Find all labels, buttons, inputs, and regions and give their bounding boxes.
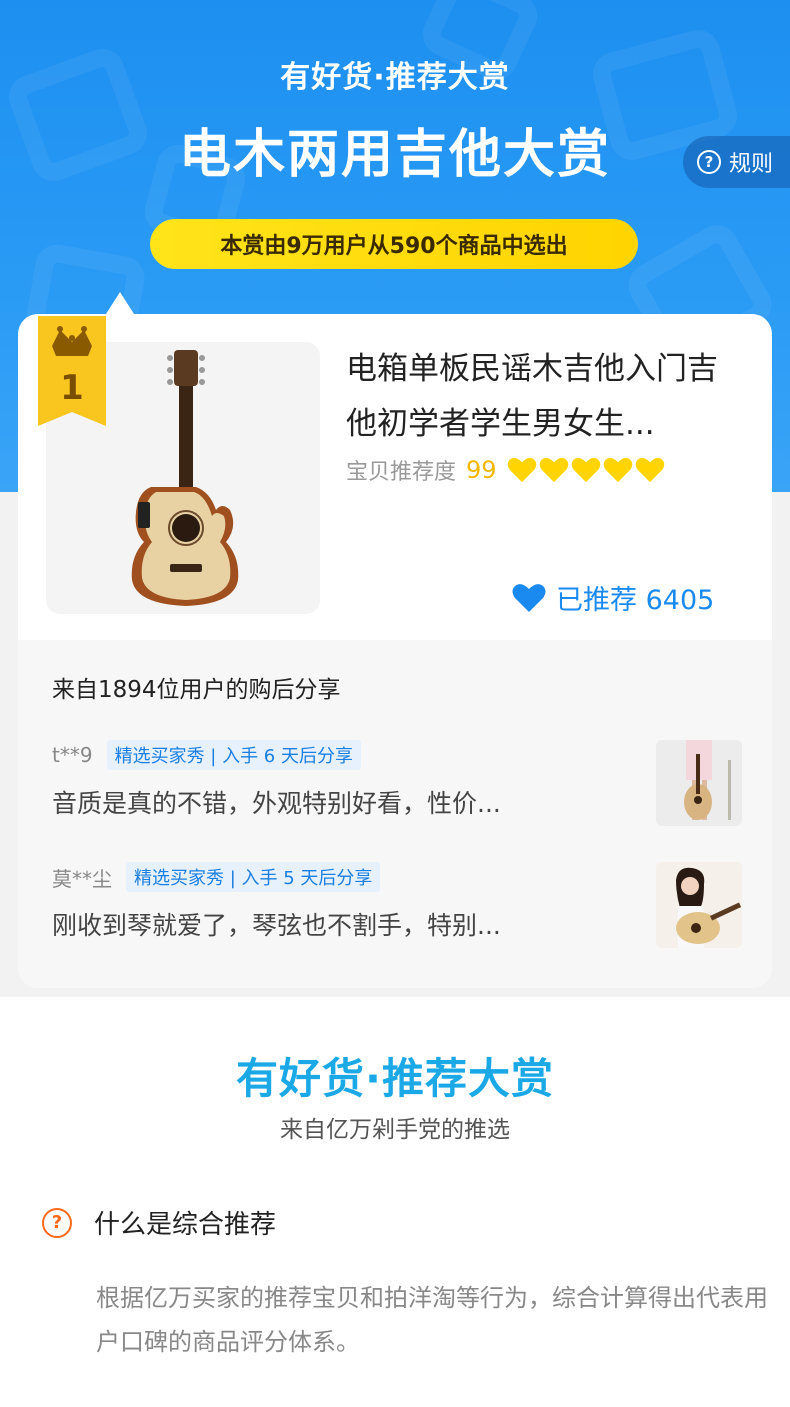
faq-heading: ? 什么是综合推荐	[42, 1204, 276, 1241]
review-photo-image	[656, 740, 742, 826]
recommend-button[interactable]: 已推荐 6405	[512, 578, 714, 617]
rank-badge: 1	[38, 316, 106, 426]
selection-note: 本赏由9万用户从590个商品中选出	[150, 219, 638, 269]
question-icon: ?	[42, 1207, 72, 1238]
rating-heart-icon	[507, 457, 536, 483]
product-card[interactable]: 电箱单板民谣木吉他入门吉他初学者学生男女生... 宝贝推荐度 99 已推荐 64…	[18, 314, 772, 988]
rules-button[interactable]: ? 规则	[683, 136, 790, 188]
reviews-heading: 来自1894位用户的购后分享	[52, 677, 341, 703]
reviews-section: 来自1894位用户的购后分享 t**9 精选买家秀 | 入手 6 天后分享 音质…	[18, 640, 772, 988]
rating-heart-icon	[603, 457, 632, 483]
rating-heart-icon	[571, 457, 600, 483]
review-photo[interactable]	[656, 862, 742, 948]
review-item[interactable]: t**9 精选买家秀 | 入手 6 天后分享 音质是真的不错，外观特别好看，性价…	[52, 740, 742, 826]
review-user: t**9	[52, 743, 93, 767]
rating-row: 宝贝推荐度 99	[346, 454, 665, 486]
recommended-count: 已推荐 6405	[556, 585, 715, 616]
question-icon: ?	[697, 150, 721, 174]
review-text: 音质是真的不错，外观特别好看，性价...	[52, 789, 501, 818]
review-photo[interactable]	[656, 740, 742, 826]
product-title[interactable]: 电箱单板民谣木吉他入门吉他初学者学生男女生...	[346, 342, 736, 452]
card-notch	[106, 292, 134, 314]
heart-icon	[512, 583, 546, 612]
faq-title: 什么是综合推荐	[94, 1210, 277, 1240]
rating-heart-icon	[539, 457, 568, 483]
review-user: 莫**尘	[52, 866, 112, 891]
rules-label: 规则	[729, 152, 774, 177]
faq-body: 根据亿万买家的推荐宝贝和拍洋淘等行为，综合计算得出代表用户口碑的商品评分体系。	[96, 1284, 768, 1356]
rating-score: 99	[466, 456, 497, 484]
review-item[interactable]: 莫**尘 精选买家秀 | 入手 5 天后分享 刚收到琴就爱了，琴弦也不割手，特别…	[52, 862, 742, 948]
review-text: 刚收到琴就爱了，琴弦也不割手，特别...	[52, 911, 501, 940]
rating-hearts	[507, 457, 665, 483]
brand-title: 有好货·推荐大赏	[280, 60, 510, 95]
rank-number: 1	[60, 368, 84, 408]
footer-subtitle: 来自亿万剁手党的推选	[280, 1117, 510, 1143]
review-photo-image	[656, 862, 742, 948]
rating-heart-icon	[635, 457, 664, 483]
review-tag: 精选买家秀 | 入手 6 天后分享	[106, 740, 361, 770]
page-title: 电木两用吉他大赏	[178, 125, 611, 185]
review-tag: 精选买家秀 | 入手 5 天后分享	[126, 862, 381, 892]
rating-label: 宝贝推荐度	[346, 460, 457, 485]
footer-brand: 有好货·推荐大赏	[236, 1054, 554, 1103]
